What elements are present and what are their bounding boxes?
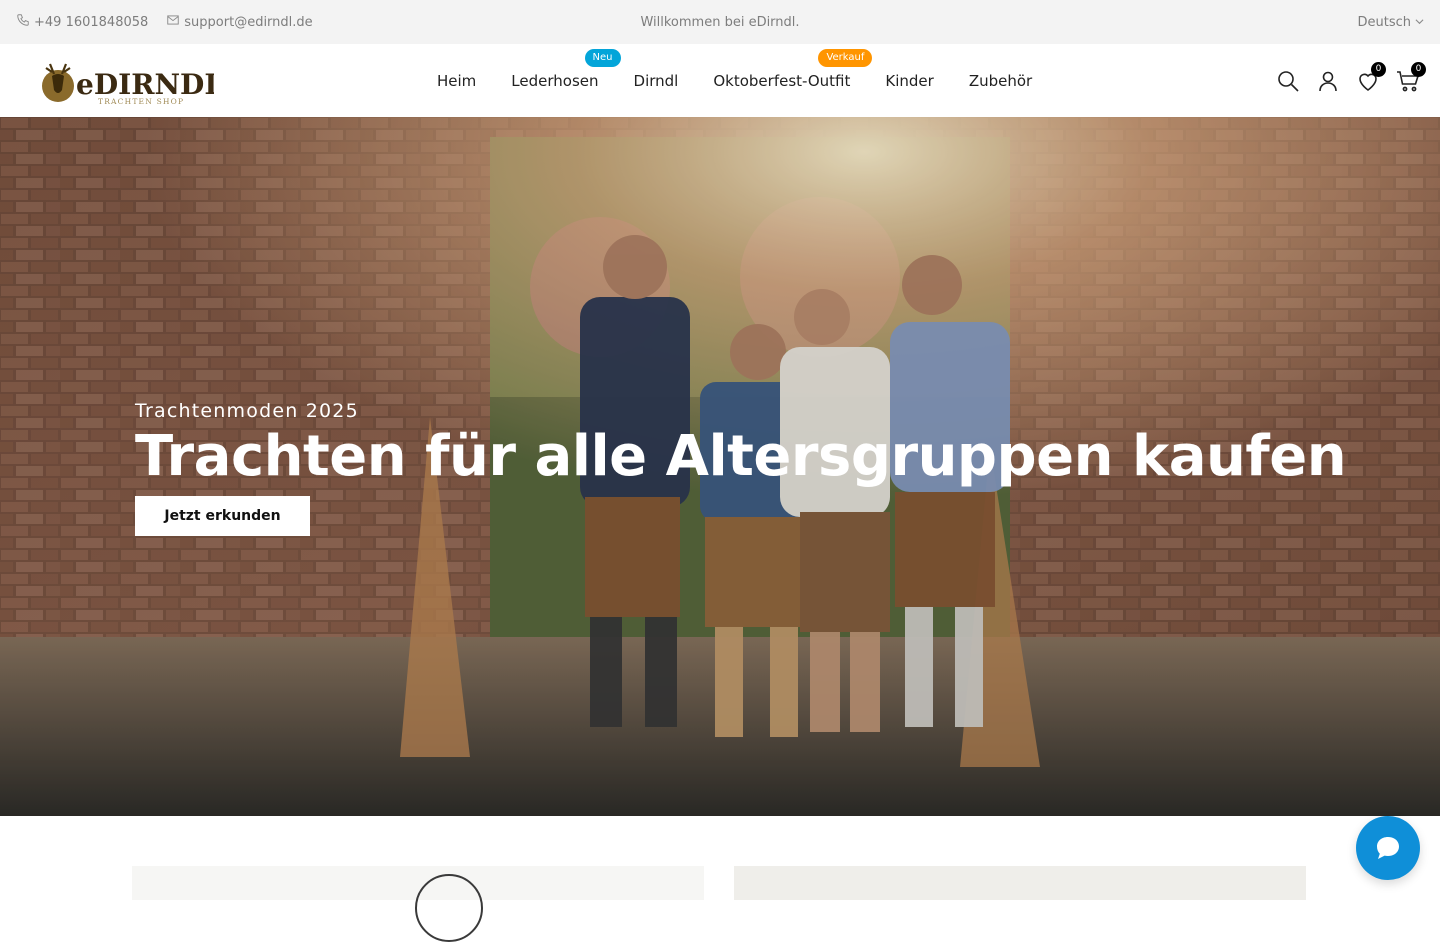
hero-subtitle: Trachtenmoden 2025 — [135, 400, 359, 422]
cart-button[interactable]: 0 — [1396, 61, 1426, 93]
chat-button[interactable] — [1356, 816, 1420, 880]
welcome-message: Willkommen bei eDirndl. — [640, 14, 800, 30]
language-selector[interactable]: Deutsch — [1357, 0, 1424, 44]
deer-logo-icon — [42, 63, 74, 102]
account-icon — [1316, 71, 1340, 97]
top-bar: +49 1601848058 support@edirndl.de Willko… — [0, 0, 1440, 44]
cart-icon — [1396, 70, 1420, 97]
collection-card-right[interactable] — [734, 866, 1306, 900]
search-button[interactable] — [1276, 69, 1300, 93]
sale-badge: Verkauf — [818, 48, 873, 67]
new-badge: Neu — [584, 48, 621, 67]
account-button[interactable] — [1316, 69, 1340, 93]
wishlist-count: 0 — [1371, 61, 1386, 77]
hero-content: Trachtenmoden 2025 Trachten für alle Alt… — [135, 400, 1347, 537]
heart-icon — [1356, 73, 1380, 97]
nav-item-lederhosen[interactable]: Lederhosen Neu — [511, 48, 621, 90]
nav-item-kinder[interactable]: Kinder — [885, 72, 933, 90]
explore-button[interactable]: Jetzt erkunden — [135, 496, 310, 537]
wishlist-button[interactable]: 0 — [1356, 61, 1386, 93]
header-actions: 0 0 — [1276, 44, 1426, 117]
nav-item-zubehoer[interactable]: Zubehör — [969, 72, 1032, 90]
svg-text:TRACHTEN SHOP: TRACHTEN SHOP — [98, 97, 184, 106]
hero-title: Trachten für alle Altersgruppen kaufen — [135, 424, 1347, 489]
hero-banner: Trachtenmoden 2025 Trachten für alle Alt… — [0, 117, 1440, 816]
chevron-down-icon — [1415, 15, 1424, 30]
site-header: eDIRNDL TRACHTEN SHOP Heim Lederhosen Ne… — [0, 44, 1440, 117]
main-navigation: Heim Lederhosen Neu Dirndl Oktoberfest-O… — [437, 44, 1032, 117]
search-icon — [1276, 70, 1300, 97]
nav-item-dirndl[interactable]: Dirndl — [634, 72, 679, 90]
nav-item-heim[interactable]: Heim — [437, 72, 476, 90]
site-logo[interactable]: eDIRNDL TRACHTEN SHOP — [38, 54, 224, 108]
language-label: Deutsch — [1357, 14, 1411, 30]
cart-count: 0 — [1411, 61, 1426, 77]
nav-item-oktoberfest-outfit[interactable]: Oktoberfest-Outfit Verkauf — [713, 48, 873, 90]
card-decoration — [415, 874, 483, 942]
